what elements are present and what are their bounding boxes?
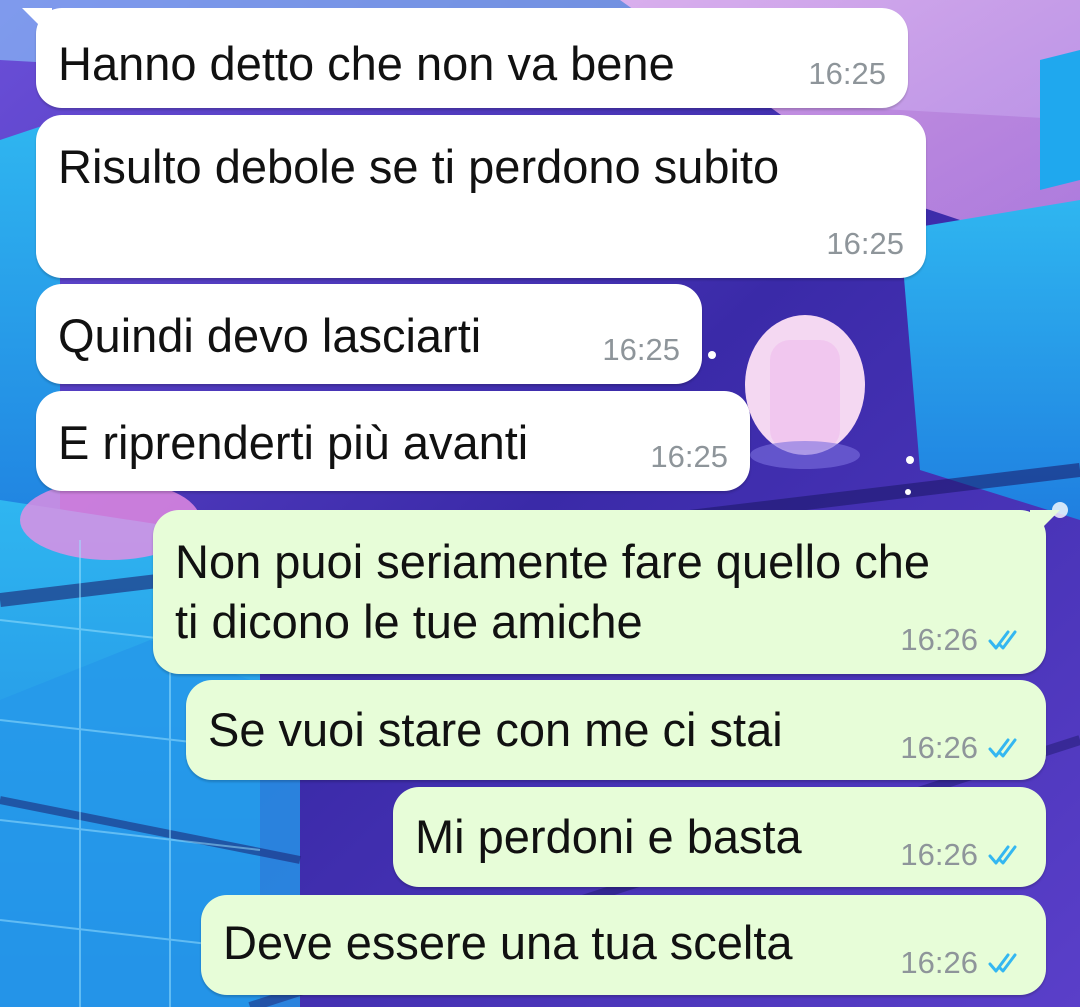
- double-check-icon: [988, 845, 1017, 865]
- incoming-message[interactable]: Risulto debole se ti perdono subito 16:2…: [36, 115, 926, 278]
- message-text: Se vuoi stare con me ci stai: [208, 703, 783, 756]
- message-meta: 16:26: [900, 730, 1022, 766]
- message-text: E riprenderti più avanti: [58, 416, 529, 469]
- outgoing-message[interactable]: Se vuoi stare con me ci stai 16:26: [186, 680, 1046, 780]
- bubble-tail-icon: [22, 8, 52, 38]
- message-meta: 16:25: [602, 332, 680, 368]
- message-text: Hanno detto che non va bene: [58, 37, 675, 90]
- message-meta: 16:26: [900, 945, 1022, 981]
- chat-message-list[interactable]: Hanno detto che non va bene 16:25 Risult…: [0, 0, 1080, 1007]
- message-meta: 16:25: [826, 226, 904, 262]
- message-meta: 16:25: [808, 56, 886, 92]
- message-time: 16:25: [602, 332, 680, 367]
- message-time: 16:26: [900, 730, 978, 765]
- message-time: 16:25: [826, 226, 904, 261]
- incoming-message[interactable]: Hanno detto che non va bene 16:25: [22, 8, 908, 108]
- message-time: 16:26: [900, 622, 978, 657]
- message-time: 16:26: [900, 837, 978, 872]
- message-time: 16:25: [650, 439, 728, 474]
- incoming-message[interactable]: E riprenderti più avanti 16:25: [36, 391, 750, 491]
- outgoing-message[interactable]: Mi perdoni e basta 16:26: [393, 787, 1046, 887]
- outgoing-message[interactable]: Deve essere una tua scelta 16:26: [201, 895, 1046, 995]
- message-text: Quindi devo lasciarti: [58, 309, 482, 362]
- message-text: Non puoi seriamente fare quello che ti d…: [175, 535, 931, 648]
- outgoing-message[interactable]: Non puoi seriamente fare quello che ti d…: [153, 510, 1060, 674]
- incoming-message[interactable]: Quindi devo lasciarti 16:25: [36, 284, 702, 384]
- bubble-tail-icon: [1030, 510, 1060, 540]
- message-text: Deve essere una tua scelta: [223, 916, 793, 969]
- message-time: 16:25: [808, 56, 886, 91]
- double-check-icon: [988, 953, 1017, 973]
- message-meta: 16:26: [900, 622, 1022, 658]
- message-text: Mi perdoni e basta: [415, 810, 802, 863]
- message-text: Risulto debole se ti perdono subito: [58, 140, 780, 193]
- message-time: 16:26: [900, 945, 978, 980]
- message-meta: 16:25: [650, 439, 728, 475]
- message-meta: 16:26: [900, 837, 1022, 873]
- double-check-icon: [988, 630, 1017, 650]
- double-check-icon: [988, 738, 1017, 758]
